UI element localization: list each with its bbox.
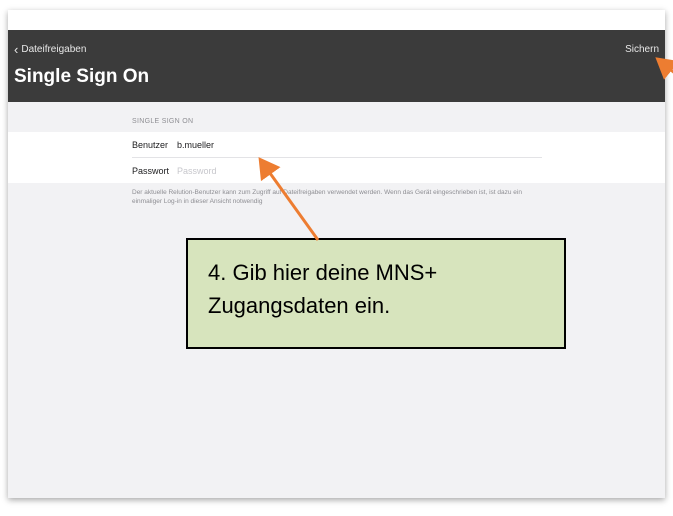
save-button[interactable]: Sichern [625,44,659,55]
callout-line-1: 4. Gib hier deine MNS+ [208,260,438,285]
username-label: Benutzer [132,139,169,150]
password-field[interactable] [177,165,377,176]
login-form-group: Benutzer b.mueller Passwort [8,132,665,183]
back-button[interactable]: ‹ Dateifreigaben [14,41,87,57]
back-button-label: Dateifreigaben [21,44,87,55]
instruction-callout: 4. Gib hier deine MNS+ Zugangsdaten ein. [186,238,566,349]
chevron-left-icon: ‹ [14,41,19,57]
navigation-bar: ‹ Dateifreigaben Sichern Single Sign On [8,30,665,102]
footer-note: Der aktuelle Relution-Benutzer kann zum … [132,189,522,205]
status-bar [8,10,665,30]
password-label: Passwort [132,165,170,176]
callout-line-2: Zugangsdaten ein. [208,293,391,318]
password-row: Passwort [132,158,542,183]
page-title: Single Sign On [14,66,150,87]
username-row: Benutzer b.mueller [132,132,542,158]
section-header: SINGLE SIGN ON [132,118,194,125]
username-field[interactable]: b.mueller [177,140,214,150]
